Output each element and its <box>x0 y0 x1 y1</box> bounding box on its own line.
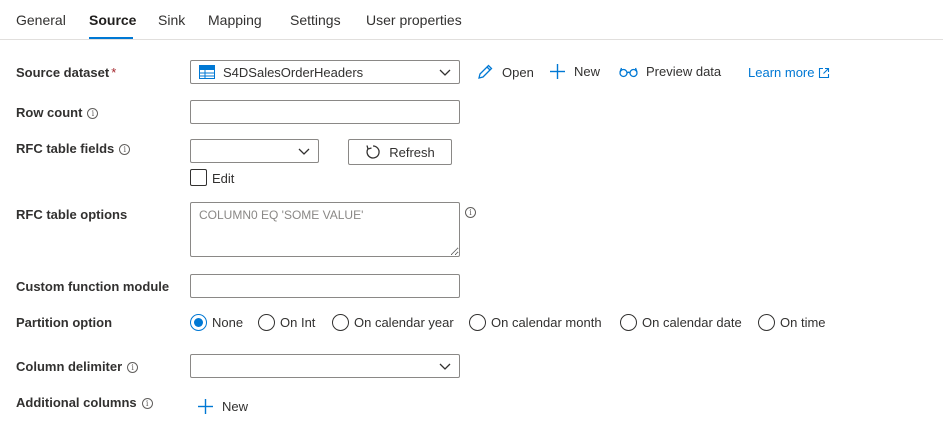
radio-label: On Int <box>280 315 316 330</box>
glasses-icon <box>619 67 638 77</box>
refresh-label: Refresh <box>389 144 435 160</box>
radio-circle <box>758 314 775 331</box>
partition-option-label: Partition option <box>16 315 113 330</box>
tab-source[interactable]: Source <box>89 12 136 28</box>
radio-label: On time <box>780 315 826 330</box>
info-icon[interactable]: i <box>141 398 153 410</box>
learn-more-label: Learn more <box>748 65 815 80</box>
sap-table-icon <box>199 65 215 79</box>
pencil-icon <box>478 64 493 79</box>
add-column-label: New <box>222 399 249 414</box>
partition-radio-on-calendar-date[interactable]: On calendar date <box>620 314 742 331</box>
tab-bar: General Source Sink Mapping Settings Use… <box>0 0 943 40</box>
required-marker: * <box>111 65 117 80</box>
column-delimiter-dropdown[interactable] <box>190 354 460 378</box>
chevron-down-icon <box>439 363 451 370</box>
source-dataset-value: S4DSalesOrderHeaders <box>223 65 364 80</box>
tab-general[interactable]: General <box>16 12 66 28</box>
source-dataset-label: Source dataset * <box>16 65 117 80</box>
radio-circle <box>258 314 275 331</box>
rfc-table-options-textarea[interactable] <box>190 202 460 257</box>
tab-sink[interactable]: Sink <box>158 12 185 28</box>
radio-label: None <box>212 315 244 330</box>
new-label: New <box>574 64 601 79</box>
chevron-down-icon <box>298 148 310 155</box>
partition-radio-none[interactable]: None <box>190 314 243 331</box>
plus-icon <box>198 399 213 414</box>
tab-settings[interactable]: Settings <box>290 12 341 28</box>
open-label: Open <box>502 64 534 80</box>
rfc-table-options-label: RFC table options <box>16 207 128 222</box>
radio-label: On calendar month <box>491 315 602 330</box>
radio-label: On calendar date <box>642 315 742 330</box>
row-count-label: Row count i <box>16 105 99 120</box>
custom-function-module-input[interactable] <box>190 274 460 298</box>
open-dataset-button[interactable]: Open <box>476 63 534 81</box>
info-icon[interactable]: i <box>127 362 139 374</box>
additional-columns-label: Additional columns i <box>16 395 153 410</box>
partition-radio-on-int[interactable]: On Int <box>258 314 315 331</box>
partition-radio-on-time[interactable]: On time <box>758 314 826 331</box>
new-dataset-button[interactable]: New <box>549 63 600 80</box>
rfc-table-fields-dropdown[interactable] <box>190 139 319 163</box>
learn-more-link[interactable]: Learn more <box>748 65 830 80</box>
row-count-input[interactable] <box>190 100 460 124</box>
info-icon[interactable]: i <box>87 108 99 120</box>
partition-radio-on-calendar-year[interactable]: On calendar year <box>332 314 454 331</box>
tab-mapping[interactable]: Mapping <box>208 12 262 28</box>
info-icon[interactable]: i <box>119 144 131 156</box>
info-icon[interactable]: i <box>465 207 476 218</box>
radio-circle <box>332 314 349 331</box>
radio-label: On calendar year <box>354 315 454 330</box>
chevron-down-icon <box>439 69 451 76</box>
radio-circle <box>620 314 637 331</box>
active-tab-indicator <box>89 37 133 39</box>
column-delimiter-label: Column delimiter i <box>16 359 139 374</box>
external-link-icon <box>819 67 830 78</box>
plus-icon <box>550 64 565 79</box>
edit-checkbox[interactable] <box>190 169 207 186</box>
preview-data-button[interactable]: Preview data <box>619 64 721 79</box>
partition-radio-on-calendar-month[interactable]: On calendar month <box>469 314 602 331</box>
radio-circle <box>190 314 207 331</box>
custom-function-module-label: Custom function module <box>16 279 170 294</box>
radio-circle <box>469 314 486 331</box>
source-dataset-dropdown[interactable]: S4DSalesOrderHeaders <box>190 60 460 84</box>
edit-checkbox-label: Edit <box>212 171 235 186</box>
preview-data-label: Preview data <box>646 64 722 79</box>
tab-user-properties[interactable]: User properties <box>366 12 462 28</box>
rfc-table-fields-label: RFC table fields i <box>16 141 131 156</box>
refresh-button[interactable]: Refresh <box>348 139 452 165</box>
add-column-button[interactable]: New <box>197 398 248 415</box>
refresh-icon <box>366 145 380 159</box>
